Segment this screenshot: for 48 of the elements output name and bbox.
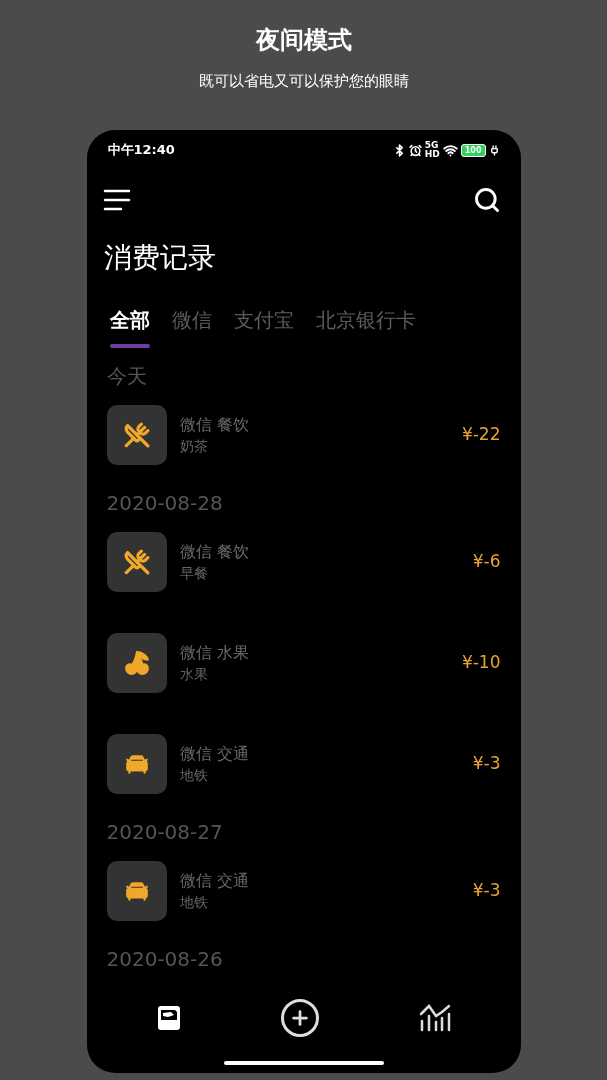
record-amount: ¥-3 <box>472 879 501 903</box>
record-category: 餐饮 <box>216 541 249 563</box>
chart-icon[interactable] <box>418 1004 451 1032</box>
page-title: 消费记录 <box>103 240 216 276</box>
search-icon[interactable] <box>472 186 501 214</box>
record-source: 微信 <box>179 870 212 892</box>
add-button[interactable] <box>280 999 319 1037</box>
record-note: 早餐 <box>179 564 208 583</box>
record-note: 水果 <box>179 665 208 684</box>
network-label: 5G <box>424 141 440 150</box>
record-amount: ¥-6 <box>472 550 501 574</box>
record-source: 微信 <box>179 541 212 563</box>
date-heading: 2020-08-26 <box>106 946 223 973</box>
record-amount: ¥-3 <box>472 752 501 776</box>
record-source: 微信 <box>179 743 212 765</box>
record-row[interactable]: 微信 交通 地铁 ¥-3 <box>106 734 501 794</box>
record-row[interactable]: 微信 交通 地铁 ¥-3 <box>106 861 501 921</box>
battery-indicator: 100 <box>460 143 486 157</box>
record-category: 水果 <box>216 642 249 664</box>
date-heading: 今天 <box>106 363 147 390</box>
record-amount: ¥-22 <box>461 423 501 447</box>
record-source: 微信 <box>179 414 212 436</box>
network-label: HD <box>424 150 440 159</box>
record-category: 餐饮 <box>216 414 249 436</box>
tab[interactable]: 全部 <box>109 306 150 348</box>
banner-subtitle: 既可以省电又可以保护您的眼睛 <box>198 71 409 92</box>
record-note: 地铁 <box>179 766 208 785</box>
record-note: 奶茶 <box>179 437 208 456</box>
record-category: 交通 <box>216 743 249 765</box>
charging-icon <box>488 144 500 156</box>
record-row[interactable]: 微信 餐饮 早餐 ¥-6 <box>106 532 501 592</box>
menu-icon[interactable] <box>102 188 131 212</box>
alarm-icon <box>408 143 422 157</box>
fork-knife-icon <box>123 549 150 575</box>
fork-knife-icon <box>123 422 150 448</box>
record-source: 微信 <box>179 642 212 664</box>
wifi-icon <box>442 142 458 158</box>
record-row[interactable]: 微信 水果 水果 ¥-10 <box>106 633 501 693</box>
banner-title: 夜间模式 <box>255 25 352 56</box>
record-category: 交通 <box>216 870 249 892</box>
date-heading: 2020-08-27 <box>106 819 223 846</box>
record-note: 地铁 <box>179 893 208 912</box>
record-row[interactable]: 微信 餐饮 奶茶 ¥-22 <box>106 405 501 465</box>
record-amount: ¥-10 <box>461 651 501 675</box>
status-time: 中午12:40 <box>107 141 175 160</box>
date-heading: 2020-08-28 <box>106 490 223 517</box>
cherry-icon <box>123 650 150 676</box>
ledger-icon[interactable] <box>156 1005 181 1031</box>
